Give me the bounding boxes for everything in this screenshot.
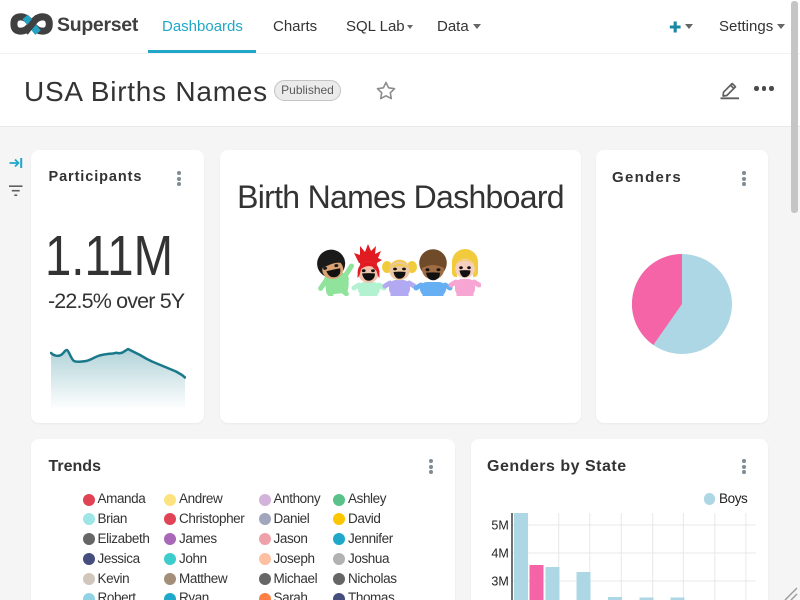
svg-text:4M: 4M bbox=[491, 546, 508, 560]
svg-text:3M: 3M bbox=[491, 574, 508, 588]
svg-text:5M: 5M bbox=[491, 518, 508, 532]
